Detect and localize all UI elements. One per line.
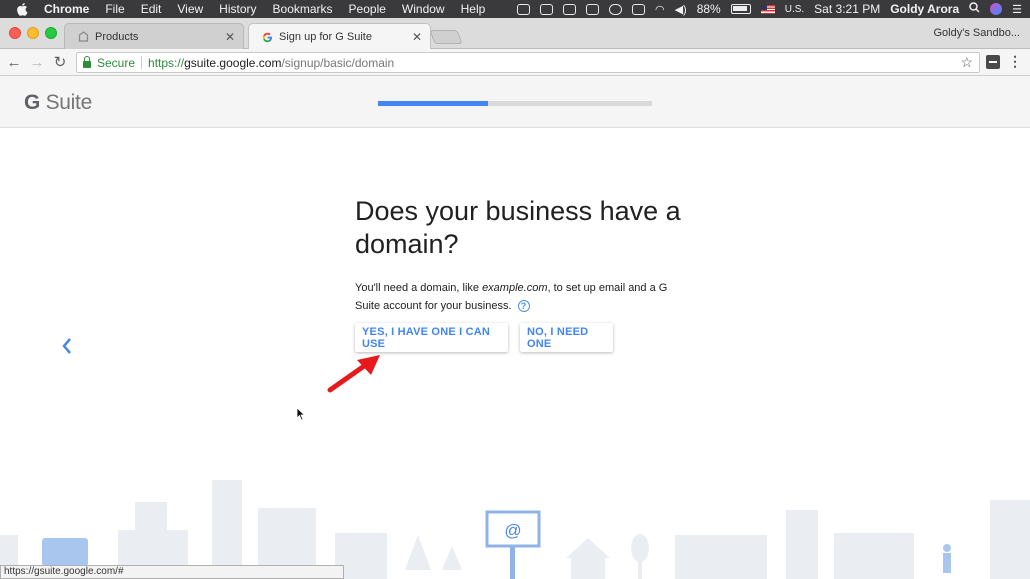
menu-bookmarks[interactable]: Bookmarks (273, 2, 333, 16)
signup-progress-bar (378, 101, 652, 106)
products-favicon-icon (77, 31, 89, 43)
battery-icon[interactable] (730, 4, 751, 14)
input-source[interactable]: U.S. (785, 4, 804, 15)
desc-text-1: You'll need a domain, like (355, 282, 483, 294)
siri-icon[interactable] (990, 3, 1003, 15)
dashboard-tray-icon[interactable] (562, 3, 576, 15)
link-status-bar: https://gsuite.google.com/# (0, 565, 344, 579)
menubar-clock[interactable]: Sat 3:21 PM (814, 2, 880, 16)
window-minimize-button[interactable] (27, 27, 39, 39)
gsuite-logo[interactable]: G Suite (24, 91, 92, 115)
gsuite-header: G Suite (0, 76, 1030, 128)
menu-people[interactable]: People (349, 2, 386, 16)
domain-question-panel: Does your business have a domain? You'll… (355, 195, 695, 315)
omnibox-divider (141, 56, 143, 69)
notification-center-icon[interactable]: ☰ (1012, 3, 1022, 16)
tab-signup-gsuite[interactable]: Sign up for G Suite ✕ (248, 23, 431, 50)
tab-products[interactable]: Products ✕ (64, 23, 244, 49)
menu-app-name[interactable]: Chrome (44, 2, 89, 16)
back-arrow-icon[interactable]: ← (5, 53, 23, 71)
logo-g: G (24, 91, 41, 114)
volume-icon[interactable]: ◀) (675, 3, 687, 16)
bookmark-star-icon[interactable]: ☆ (960, 54, 973, 71)
lock-icon[interactable] (83, 56, 91, 68)
mouse-cursor-icon (296, 407, 306, 421)
tab-title: Products (95, 30, 139, 43)
menubar-user[interactable]: Goldy Arora (890, 2, 959, 16)
logo-suite: Suite (40, 91, 93, 114)
desc-example-domain: example.com (482, 282, 548, 294)
domain-choice-buttons: YES, I HAVE ONE I CAN USE NO, I NEED ONE (355, 323, 613, 352)
back-chevron-icon[interactable] (60, 336, 74, 356)
google-g-favicon-icon (261, 31, 273, 43)
flashlight-tray-icon[interactable] (585, 3, 599, 15)
yes-have-domain-button[interactable]: YES, I HAVE ONE I CAN USE (355, 323, 508, 352)
menu-view[interactable]: View (177, 2, 203, 16)
forward-arrow-icon[interactable]: → (28, 53, 46, 71)
display-icon[interactable] (631, 3, 645, 15)
window-close-button[interactable] (9, 27, 21, 39)
tab-close-icon[interactable]: ✕ (410, 30, 424, 44)
url-protocol: https:// (148, 55, 185, 70)
window-zoom-button[interactable] (45, 27, 57, 39)
menu-edit[interactable]: Edit (141, 2, 162, 16)
tab-title: Sign up for G Suite (279, 31, 372, 43)
no-need-domain-button[interactable]: NO, I NEED ONE (520, 323, 613, 352)
signup-progress-fill (378, 101, 488, 106)
menu-history[interactable]: History (219, 2, 256, 16)
wifi-icon[interactable]: ◠ (655, 3, 665, 16)
url-host: gsuite.google.com (184, 55, 282, 70)
menu-window[interactable]: Window (402, 2, 445, 16)
macos-menu-bar: Chrome File Edit View History Bookmarks … (0, 0, 1030, 18)
checkmark-tray-icon[interactable] (516, 3, 530, 15)
domain-description: You'll need a domain, like example.com, … (355, 279, 685, 315)
billboard-at-symbol: @ (504, 521, 521, 540)
secure-label[interactable]: Secure (97, 56, 135, 70)
address-bar[interactable]: Secure https:// gsuite.google.com /signu… (76, 52, 980, 73)
us-flag-icon[interactable] (760, 4, 775, 14)
profile-name[interactable]: Goldy's Sandbo... (934, 27, 1021, 39)
spotlight-search-icon[interactable] (969, 2, 980, 16)
browser-toolbar: ← → ↻ Secure https:// gsuite.google.com … (0, 49, 1030, 76)
city-skyline-illustration: @ (0, 480, 1030, 579)
cloud-icon[interactable] (608, 3, 622, 15)
chrome-menu-icon[interactable]: ⋮ (1008, 53, 1022, 70)
new-tab-button[interactable] (429, 30, 463, 44)
battery-percent: 88% (696, 2, 721, 16)
help-icon[interactable]: ? (517, 300, 530, 313)
apple-icon[interactable] (14, 0, 30, 18)
extension-icon[interactable] (986, 55, 1000, 69)
menu-help[interactable]: Help (461, 2, 486, 16)
browser-tab-strip: Products ✕ Sign up for G Suite ✕ Goldy's… (0, 18, 1030, 50)
camera-tray-icon[interactable] (539, 3, 553, 15)
menu-file[interactable]: File (105, 2, 124, 16)
url-path: /signup/basic/domain (281, 55, 395, 70)
reload-icon[interactable]: ↻ (51, 53, 69, 71)
page-title: Does your business have a domain? (355, 196, 681, 259)
tab-close-icon[interactable]: ✕ (223, 30, 237, 44)
red-annotation-arrow-icon (327, 355, 380, 393)
